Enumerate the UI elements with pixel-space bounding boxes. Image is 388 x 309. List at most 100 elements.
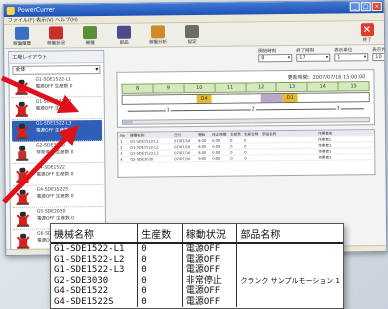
machine-item[interactable]: G1-SDE1522-L1 電源OFF 生産数 0 <box>11 75 102 98</box>
machine-status: 電源OFF 生産数 0 <box>36 216 74 222</box>
timeline-segment[interactable] <box>261 94 283 103</box>
stopped-x-icon <box>16 214 30 228</box>
maximize-button[interactable]: □ <box>360 2 371 12</box>
history-cell: 作業者1 <box>318 149 332 154</box>
parts-cell: クランク サンプルモーション 1 <box>236 275 343 286</box>
toolbar-button-2[interactable]: 機種 <box>76 24 104 46</box>
machine-status: 非常停止 生産数 0 <box>36 150 74 156</box>
axis-mark: 1 <box>165 107 171 114</box>
axis-mark: 3 <box>335 105 341 112</box>
machine-name-cell: G4-SDE1522 <box>54 286 109 296</box>
history-cell: 0 <box>230 156 233 161</box>
history-cell: 0 <box>244 156 247 161</box>
toolbar-button-0[interactable]: 稼働履歴 <box>8 25 36 47</box>
window-title: PowerCurrer <box>17 6 55 14</box>
history-cell: 4 <box>120 157 123 162</box>
machine-item[interactable]: G1-SDE1522-L3 電源OFF 生産数 0 <box>11 119 103 142</box>
filter-2: 表示単位 1 <box>334 47 369 62</box>
count-cell: 0 <box>137 254 183 265</box>
history-header-cell: 部品名称 <box>262 132 277 137</box>
filter-select[interactable]: 17 <box>296 53 331 62</box>
history-cell <box>262 143 318 149</box>
filter-select[interactable]: 10 <box>372 52 388 62</box>
history-cell: 作業者1 <box>318 137 332 142</box>
filter-select[interactable]: 8 <box>258 53 293 63</box>
timeline-segment[interactable]: D1 <box>282 93 299 103</box>
stopped-x-icon <box>16 192 30 206</box>
group-select[interactable]: 全体 <box>12 64 101 75</box>
machine-status: 電源OFF 生産数 0 <box>35 128 74 134</box>
history-header-cell: 生産台数 <box>244 132 259 137</box>
history-cell: 2 <box>120 145 123 150</box>
machine-status: 電源OFF 生産数 0 <box>35 84 73 90</box>
popup-header-cell: 機械名称 <box>51 224 138 244</box>
close-button[interactable]: × <box>371 2 382 12</box>
history-cell: 0:00 <box>212 138 221 143</box>
history-cell: G1-SDE1522-L2 <box>130 145 159 150</box>
toolbar-button-label: 設定 <box>187 39 197 46</box>
history-header-cell: 機種名称 <box>130 133 145 138</box>
status-cell: 電源OFF <box>181 265 237 276</box>
parts-icon <box>116 25 132 39</box>
exit-icon: × <box>360 23 374 37</box>
machine-item[interactable]: G2-SDE3030 非常停止 生産数 0 <box>12 141 103 164</box>
timeline-segment[interactable]: D4 <box>196 94 212 103</box>
history-cell: 3 <box>120 151 123 156</box>
history-cell <box>262 137 318 143</box>
main-area: 開始時刻8終了時刻17表示単位1表示件数10 更新時間：2007/07/16 1… <box>108 47 388 250</box>
toolbar-button-4[interactable]: 稼働分析 <box>144 23 172 45</box>
history-header-cell: 生産数 <box>230 132 241 137</box>
popup-header-cell: 生産数 <box>137 224 183 244</box>
stopped-x-icon <box>15 170 29 184</box>
exit-label: 終了 <box>362 38 372 44</box>
table-row[interactable]: 4 G2-SDE3030 07/07/16 9:00 0:00 0 0 作業者2 <box>118 154 375 163</box>
machine-item[interactable]: G4-SDE1522S 電源OFF 生産数 0 <box>12 185 103 208</box>
count-cell: 0 <box>137 243 183 255</box>
table-header-row: 機械名称 生産数 稼動状況 部品名称 <box>51 224 343 244</box>
count-cell: 0 <box>137 275 183 286</box>
app-icon <box>6 6 15 15</box>
machine-status: 電源OFF 生産数 0 <box>36 172 74 178</box>
toolbar-button-3[interactable]: 部品 <box>110 24 138 46</box>
table-row: G1-SDE1522-L2 0 電源OFF <box>51 254 343 265</box>
toolbar-button-1[interactable]: 稼働状況 <box>42 24 70 47</box>
machine-status: 電源OFF 生産数 0 <box>36 194 74 200</box>
timeline-scrollbar[interactable] <box>121 117 370 125</box>
timeline-status-bar[interactable]: D4 D1 <box>121 92 370 105</box>
status-cell: 電源OFF <box>181 286 237 297</box>
machine-item[interactable]: G4-SDE1522 電源OFF 生産数 0 <box>12 163 103 186</box>
count-cell: 0 <box>137 286 183 297</box>
history-cell: G1-SDE1522-L3 <box>130 151 159 156</box>
machine-item[interactable]: G1-SDE1522-L2 電源OFF 生産数 0 <box>11 97 102 120</box>
popup-header-cell: 稼動状況 <box>181 224 237 244</box>
history-cell: 0 <box>230 144 233 149</box>
table-row: G4-SDE1522S 0 電源OFF <box>51 296 343 307</box>
history-cell: 0 <box>230 150 233 155</box>
history-cell: 0 <box>244 144 247 149</box>
filter-select[interactable]: 1 <box>334 53 369 62</box>
timeline-segment[interactable] <box>211 94 262 103</box>
timeline-segment[interactable] <box>297 93 369 102</box>
settings-icon <box>184 24 200 39</box>
count-cell: 0 <box>137 265 183 276</box>
history-cell: 9:00 <box>198 156 207 161</box>
minimize-button[interactable]: _ <box>349 2 360 12</box>
window-controls: _ □ × <box>349 2 382 12</box>
popup-header-cell: 部品名称 <box>236 224 343 244</box>
toolbar-button-5[interactable]: 設定 <box>178 23 206 45</box>
machine-name-cell: G1-SDE1522-L1 <box>54 244 125 254</box>
history-cell: G2-SDE3030 <box>130 157 154 162</box>
toolbar-button-label: 部品 <box>119 40 129 46</box>
timeline-segment[interactable] <box>122 94 197 104</box>
table-row: G1-SDE1522-L1 0 電源OFF <box>51 243 343 255</box>
history-cell: 0 <box>230 138 233 143</box>
toolbar-button-label: 稼働分析 <box>149 40 168 46</box>
parts-cell <box>236 286 343 297</box>
timeline-hour: 9 <box>153 84 185 93</box>
exit-button[interactable]: × 終了 <box>356 23 378 43</box>
robot-icon <box>48 26 64 40</box>
status-cell: 電源OFF <box>181 243 237 255</box>
robot-icon <box>16 189 30 206</box>
toolbar: 稼働履歴 稼働状況 機種 部品 稼働分析 設定 × 終了 <box>3 21 385 49</box>
timeline-hour: 10 <box>184 83 216 93</box>
